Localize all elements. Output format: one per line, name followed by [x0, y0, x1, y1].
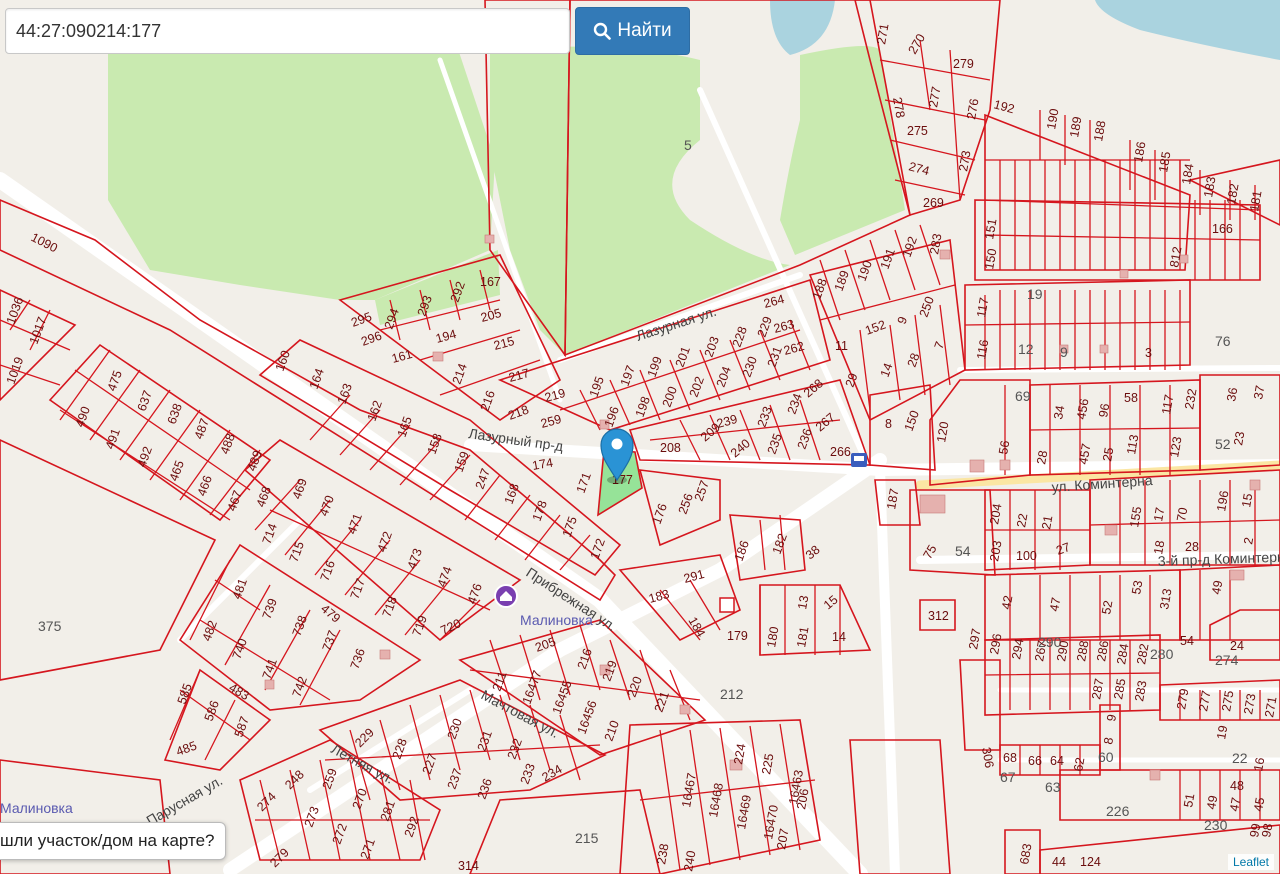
svg-text:24: 24 [1230, 639, 1244, 653]
search-button[interactable]: Найти [575, 7, 690, 55]
find-on-map-prompt[interactable]: шли участок/дом на карте? [0, 822, 226, 860]
svg-text:42: 42 [999, 594, 1015, 610]
svg-text:64: 64 [1050, 754, 1064, 768]
svg-text:69: 69 [1015, 388, 1031, 404]
svg-text:179: 179 [727, 629, 748, 643]
svg-text:314: 314 [458, 859, 479, 873]
svg-text:28: 28 [1034, 449, 1050, 465]
svg-text:269: 269 [923, 196, 944, 210]
svg-text:44: 44 [1052, 855, 1066, 869]
svg-text:274: 274 [1215, 652, 1239, 668]
svg-text:124: 124 [1080, 855, 1101, 869]
svg-text:9: 9 [1060, 344, 1068, 360]
svg-text:15: 15 [1239, 492, 1255, 508]
svg-text:47: 47 [1227, 796, 1243, 812]
svg-text:52: 52 [1099, 599, 1115, 615]
search-button-label: Найти [617, 20, 672, 41]
bus-stop-icon [851, 453, 867, 467]
svg-text:14: 14 [832, 630, 846, 644]
svg-text:212: 212 [720, 686, 744, 702]
svg-text:16: 16 [1251, 756, 1267, 772]
svg-text:100: 100 [1016, 549, 1037, 563]
svg-text:22: 22 [1232, 750, 1248, 766]
svg-text:Малиновка: Малиновка [520, 612, 593, 628]
svg-text:49: 49 [1209, 579, 1225, 595]
svg-text:166: 166 [1212, 222, 1233, 236]
svg-text:312: 312 [928, 609, 949, 623]
svg-text:53: 53 [1129, 579, 1145, 595]
svg-text:45: 45 [1251, 796, 1267, 812]
svg-text:62: 62 [1071, 756, 1087, 772]
svg-text:51: 51 [1181, 792, 1197, 808]
svg-text:5: 5 [684, 137, 692, 153]
svg-text:215: 215 [575, 830, 599, 846]
svg-text:230: 230 [1204, 817, 1228, 833]
svg-text:58: 58 [1124, 391, 1138, 405]
leaflet-link[interactable]: Leaflet [1233, 855, 1269, 869]
svg-text:67: 67 [1000, 769, 1016, 785]
svg-text:167: 167 [480, 275, 501, 289]
svg-text:54: 54 [1180, 634, 1194, 648]
cadastral-map[interactable]: 177 5 375 215 212 54 69 76 52 19 9 12 22… [0, 0, 1280, 874]
svg-text:23: 23 [1231, 430, 1247, 446]
svg-text:98: 98 [1259, 822, 1275, 838]
svg-text:19: 19 [1214, 724, 1230, 740]
svg-text:13: 13 [795, 594, 811, 610]
cadastral-number-search-input[interactable] [5, 8, 570, 54]
svg-text:48: 48 [1230, 779, 1244, 793]
svg-text:47: 47 [1047, 596, 1063, 612]
svg-text:76: 76 [1215, 333, 1231, 349]
svg-text:280: 280 [1150, 646, 1174, 662]
svg-text:25: 25 [1100, 446, 1116, 462]
svg-text:70: 70 [1174, 506, 1190, 522]
svg-text:49: 49 [1204, 794, 1220, 810]
search-icon [594, 22, 612, 40]
svg-text:375: 375 [38, 618, 62, 634]
svg-text:21: 21 [1039, 514, 1055, 530]
map-attribution: Leaflet [1227, 854, 1274, 870]
svg-text:56: 56 [996, 439, 1012, 455]
svg-text:22: 22 [1014, 512, 1030, 528]
svg-text:68: 68 [1003, 751, 1017, 765]
svg-text:60: 60 [1098, 749, 1114, 765]
svg-text:226: 226 [1106, 803, 1130, 819]
svg-text:34: 34 [1051, 404, 1067, 420]
svg-text:17: 17 [1151, 506, 1167, 522]
svg-text:36: 36 [1224, 386, 1240, 402]
svg-text:66: 66 [1028, 754, 1042, 768]
svg-text:266: 266 [830, 445, 851, 459]
svg-text:19: 19 [1027, 286, 1043, 302]
svg-text:3: 3 [1145, 346, 1152, 360]
svg-text:275: 275 [907, 124, 928, 138]
svg-text:12: 12 [1018, 341, 1034, 357]
svg-text:8: 8 [885, 417, 892, 431]
svg-text:54: 54 [955, 543, 971, 559]
svg-text:96: 96 [1096, 402, 1112, 418]
svg-text:208: 208 [660, 441, 681, 455]
svg-text:11: 11 [835, 339, 848, 353]
svg-text:52: 52 [1215, 436, 1231, 452]
place-malinovka-area: Малиновка [0, 800, 73, 816]
svg-text:63: 63 [1045, 779, 1061, 795]
find-on-map-prompt-text: шли участок/дом на карте? [0, 831, 215, 850]
svg-text:37: 37 [1251, 384, 1267, 400]
svg-text:279: 279 [953, 57, 974, 71]
